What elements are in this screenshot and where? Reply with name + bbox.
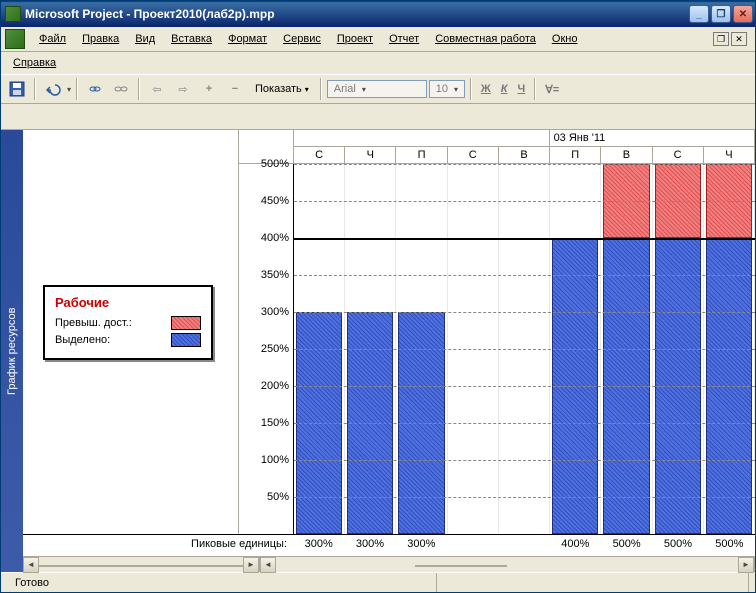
peak-cell	[447, 535, 498, 556]
nav-fwd-button[interactable]: ⇨	[171, 77, 195, 101]
window-title: Microsoft Project - Проект2010(лаб2р).mp…	[25, 7, 689, 21]
peak-cell	[498, 535, 549, 556]
close-button[interactable]: ✕	[733, 5, 753, 23]
menu-collab[interactable]: Совместная работа	[427, 30, 544, 48]
peak-cell: 500%	[601, 535, 652, 556]
y-tick: 400%	[261, 232, 289, 244]
y-tick: 450%	[261, 195, 289, 207]
day-header: С	[448, 147, 499, 163]
menu-window[interactable]: Окно	[544, 30, 586, 48]
day-header: С	[653, 147, 704, 163]
peak-cell: 400%	[550, 535, 601, 556]
y-tick: 500%	[261, 158, 289, 170]
scroll-left-button-2[interactable]: ◄	[260, 557, 276, 573]
y-axis: 500%450%400%350%300%250%200%150%100%50%	[239, 164, 294, 534]
day-header: Ч	[345, 147, 396, 163]
zoom-out-button[interactable]: −	[223, 77, 247, 101]
doc-icon[interactable]	[5, 29, 25, 49]
day-header: В	[499, 147, 550, 163]
y-tick: 100%	[261, 454, 289, 466]
mdi-restore-button[interactable]: ❐	[713, 32, 729, 46]
peak-cell: 300%	[396, 535, 447, 556]
font-selector[interactable]: Arial▾	[327, 80, 427, 98]
underline-button[interactable]: Ч	[514, 81, 530, 97]
titlebar: Microsoft Project - Проект2010(лаб2р).mp…	[1, 1, 755, 27]
menu-format[interactable]: Формат	[220, 30, 275, 48]
menu-report[interactable]: Отчет	[381, 30, 427, 48]
day-header: С	[294, 147, 345, 163]
menubar: Файл Правка Вид Вставка Формат Сервис Пр…	[1, 27, 755, 52]
maximize-button[interactable]: ❐	[711, 5, 731, 23]
workspace: График ресурсов Рабочие Превыш. дост.: В…	[1, 130, 755, 572]
nav-back-button[interactable]: ⇦	[145, 77, 169, 101]
legend-title: Рабочие	[55, 295, 201, 310]
plot-area	[294, 164, 755, 534]
y-tick: 300%	[261, 306, 289, 318]
day-header: П	[550, 147, 601, 163]
day-header: Ч	[704, 147, 755, 163]
scroll-right-button-2[interactable]: ►	[738, 557, 754, 573]
swatch-red-icon	[171, 316, 201, 330]
menu-file[interactable]: Файл	[31, 30, 74, 48]
unlink-button[interactable]	[109, 77, 133, 101]
chart-panel: 03 Янв '11 СЧПСВПВСЧ 500%450%400%350%300…	[238, 130, 755, 534]
legend-box: Рабочие Превыш. дост.: Выделено:	[43, 285, 213, 360]
undo-button[interactable]	[41, 77, 65, 101]
y-tick: 350%	[261, 269, 289, 281]
toolbar-spacer	[1, 104, 755, 130]
menu-project[interactable]: Проект	[329, 30, 381, 48]
menu-view[interactable]: Вид	[127, 30, 163, 48]
link-button[interactable]	[83, 77, 107, 101]
y-tick: 50%	[267, 491, 289, 503]
swatch-blue-icon	[171, 333, 201, 347]
peak-cell: 500%	[704, 535, 755, 556]
save-button[interactable]	[5, 77, 29, 101]
legend-panel: Рабочие Превыш. дост.: Выделено:	[23, 130, 238, 534]
app-icon	[5, 6, 21, 22]
legend-overalloc: Превыш. дост.:	[55, 316, 201, 330]
y-tick: 150%	[261, 417, 289, 429]
italic-button[interactable]: К	[497, 81, 512, 97]
zoom-in-button[interactable]: +	[197, 77, 221, 101]
filter-button[interactable]: ∀=	[541, 81, 563, 98]
status-text: Готово	[7, 573, 437, 592]
timescale: 03 Янв '11 СЧПСВПВСЧ	[239, 130, 755, 164]
legend-allocated: Выделено:	[55, 333, 201, 347]
y-tick: 200%	[261, 380, 289, 392]
mdi-close-button[interactable]: ✕	[731, 32, 747, 46]
peak-label: Пиковые единицы:	[23, 535, 293, 556]
undo-dropdown[interactable]: ▾	[67, 85, 71, 94]
show-dropdown[interactable]: Показать▾	[249, 80, 315, 98]
minimize-button[interactable]: _	[689, 5, 709, 23]
y-tick: 250%	[261, 343, 289, 355]
bold-button[interactable]: Ж	[477, 81, 495, 97]
menu-tools[interactable]: Сервис	[275, 30, 329, 48]
menu-edit[interactable]: Правка	[74, 30, 127, 48]
peak-units-row: Пиковые единицы: 300%300%300%400%500%500…	[23, 534, 755, 556]
resource-graph-view: Рабочие Превыш. дост.: Выделено:	[23, 130, 755, 572]
peak-cell: 300%	[293, 535, 344, 556]
toolbar: ▾ ⇦ ⇨ + − Показать▾ Arial▾ 10▾ Ж К Ч ∀=	[1, 74, 755, 104]
app-window: Microsoft Project - Проект2010(лаб2р).mp…	[0, 0, 756, 593]
menu-insert[interactable]: Вставка	[163, 30, 220, 48]
statusbar: Готово	[1, 572, 755, 592]
scroll-right-button[interactable]: ►	[243, 557, 259, 573]
scroll-left-button[interactable]: ◄	[23, 557, 39, 573]
week-label: 03 Янв '11	[550, 130, 755, 146]
font-size-selector[interactable]: 10▾	[429, 80, 465, 98]
view-bar[interactable]: График ресурсов	[1, 130, 23, 572]
menubar-row2: Справка	[1, 52, 755, 74]
peak-cell: 300%	[344, 535, 395, 556]
peak-cell: 500%	[652, 535, 703, 556]
day-header: П	[396, 147, 447, 163]
horizontal-scrollbars: ◄ ► ◄ ►	[23, 556, 755, 572]
day-header: В	[601, 147, 652, 163]
menu-help[interactable]: Справка	[5, 54, 64, 72]
